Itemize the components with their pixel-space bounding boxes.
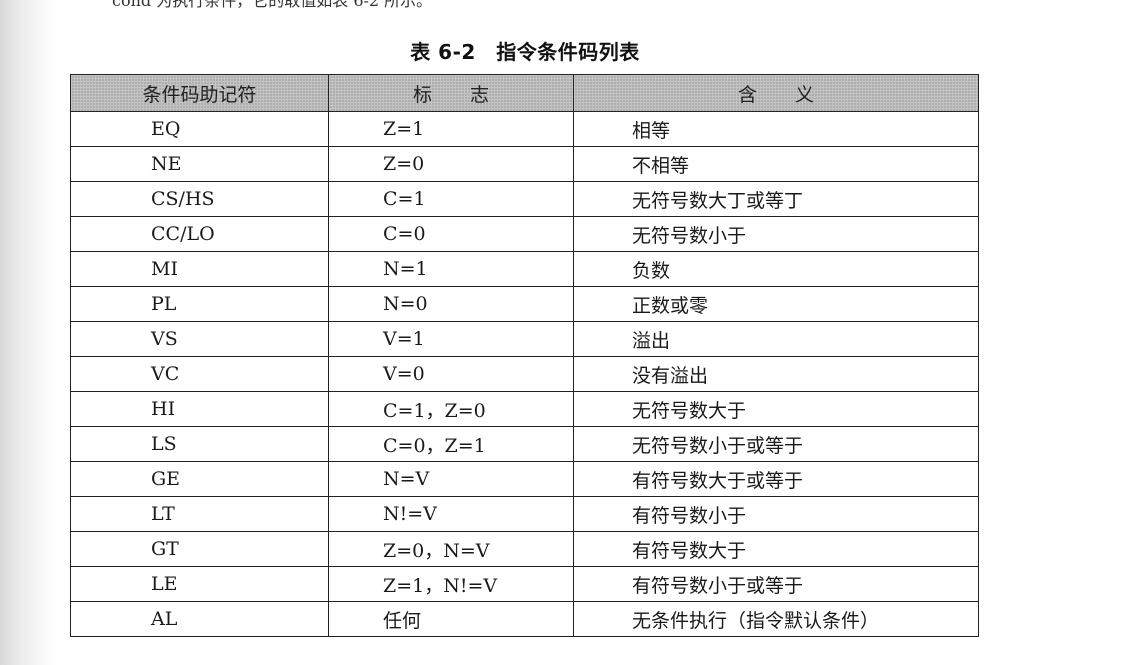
meaning-cell: 无符号数大于 — [573, 391, 979, 427]
mnemonic-cell: GE — [70, 461, 329, 497]
flags-cell: V=0 — [328, 356, 574, 392]
meaning-cell: 不相等 — [573, 146, 979, 182]
mnemonic-cell: NE — [70, 146, 329, 182]
table-row: MI N=1 负数 — [70, 251, 979, 287]
meaning-cell: 溢出 — [573, 321, 979, 357]
meaning-cell: 有符号数大于或等于 — [573, 461, 979, 497]
flags-cell: Z=1，N!=V — [328, 566, 574, 602]
table-row: GT Z=0，N=V 有符号数大于 — [70, 531, 979, 567]
meaning-cell: 无符号数小于或等于 — [573, 426, 979, 462]
table-row: LT N!=V 有符号数小于 — [70, 496, 979, 532]
table-row: VC V=0 没有溢出 — [70, 356, 979, 392]
mnemonic-cell: GT — [70, 531, 329, 567]
mnemonic-cell: LS — [70, 426, 329, 462]
meaning-cell: 负数 — [573, 251, 979, 287]
flags-cell: Z=0 — [328, 146, 574, 182]
mnemonic-cell: VC — [70, 356, 329, 392]
table-row: LS C=0，Z=1 无符号数小于或等于 — [70, 426, 979, 462]
mnemonic-cell: LT — [70, 496, 329, 532]
mnemonic-cell: MI — [70, 251, 329, 287]
table-row: HI C=1，Z=0 无符号数大于 — [70, 391, 979, 427]
table-row: NE Z=0 不相等 — [70, 146, 979, 182]
flags-cell: N=0 — [328, 286, 574, 322]
meaning-cell: 有符号数大于 — [573, 531, 979, 567]
meaning-cell: 无符号数大丁或等丁 — [573, 181, 979, 217]
mnemonic-cell: PL — [70, 286, 329, 322]
meaning-cell: 相等 — [573, 111, 979, 147]
meaning-cell: 有符号数小于或等于 — [573, 566, 979, 602]
flags-cell: Z=0，N=V — [328, 531, 574, 567]
flags-cell: N!=V — [328, 496, 574, 532]
mnemonic-cell: VS — [70, 321, 329, 357]
header-mnemonic: 条件码助记符 — [70, 74, 329, 112]
header-flags: 标 志 — [328, 74, 574, 112]
flags-cell: N=1 — [328, 251, 574, 287]
scanned-page-edge — [0, 0, 58, 665]
condition-code-table: 条件码助记符 标 志 含 义 EQ Z=1 相等 NE Z=0 不相等 CS/HS C=1 无符… — [70, 74, 979, 637]
flags-cell: C=0 — [328, 216, 574, 252]
table-row: CS/HS C=1 无符号数大丁或等丁 — [70, 181, 979, 217]
mnemonic-cell: EQ — [70, 111, 329, 147]
table-row: EQ Z=1 相等 — [70, 111, 979, 147]
cropped-text-line: cond 为执行条件，它的取值如表 6-2 所示。 — [112, 0, 433, 10]
flags-cell: C=0，Z=1 — [328, 426, 574, 462]
meaning-cell: 有符号数小于 — [573, 496, 979, 532]
table-row: PL N=0 正数或零 — [70, 286, 979, 322]
table-row: CC/LO C=0 无符号数小于 — [70, 216, 979, 252]
header-meaning: 含 义 — [573, 74, 979, 112]
meaning-cell: 无符号数小于 — [573, 216, 979, 252]
table-row: AL 任何 无条件执行（指令默认条件） — [70, 601, 979, 637]
table-body: EQ Z=1 相等 NE Z=0 不相等 CS/HS C=1 无符号数大丁或等丁 CC/LO C=0… — [70, 111, 979, 637]
table-row: LE Z=1，N!=V 有符号数小于或等于 — [70, 566, 979, 602]
flags-cell: V=1 — [328, 321, 574, 357]
mnemonic-cell: AL — [70, 601, 329, 637]
flags-cell: N=V — [328, 461, 574, 497]
mnemonic-cell: CS/HS — [70, 181, 329, 217]
table-row: GE N=V 有符号数大于或等于 — [70, 461, 979, 497]
table-caption: 表 6-2 指令条件码列表 — [410, 40, 640, 64]
meaning-cell: 没有溢出 — [573, 356, 979, 392]
meaning-cell: 无条件执行（指令默认条件） — [573, 601, 979, 637]
flags-cell: C=1，Z=0 — [328, 391, 574, 427]
flags-cell: C=1 — [328, 181, 574, 217]
mnemonic-cell: CC/LO — [70, 216, 329, 252]
mnemonic-cell: LE — [70, 566, 329, 602]
mnemonic-cell: HI — [70, 391, 329, 427]
meaning-cell: 正数或零 — [573, 286, 979, 322]
table-row: VS V=1 溢出 — [70, 321, 979, 357]
table-header-row: 条件码助记符 标 志 含 义 — [70, 74, 979, 112]
flags-cell: Z=1 — [328, 111, 574, 147]
flags-cell: 任何 — [328, 601, 574, 637]
